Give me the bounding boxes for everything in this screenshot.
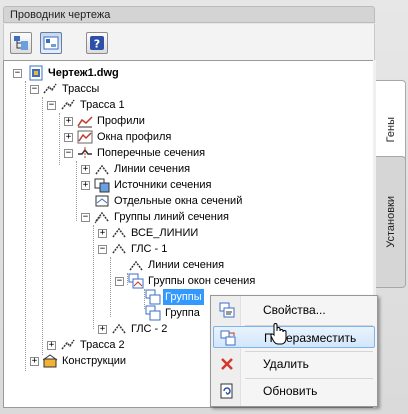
expand-toggle[interactable]: + <box>98 229 107 238</box>
profile-icon <box>77 116 93 128</box>
tree-label-gls-1: ГЛС - 1 <box>131 243 168 255</box>
collapse-toggle[interactable]: − <box>47 101 56 110</box>
cross-section-icon <box>78 147 92 159</box>
profile-window-icon <box>77 130 93 144</box>
tree-label-drawing: Чертеж1.dwg <box>48 67 119 79</box>
mouse-cursor-icon <box>270 322 287 345</box>
tree-label-route-1: Трасса 1 <box>80 99 125 111</box>
tree-row-cross-sections[interactable]: − Поперечные сечения <box>4 145 364 161</box>
side-tabs: Гены Установки <box>376 60 408 414</box>
tree-label-structures: Конструкции <box>62 355 127 367</box>
tree-row-gls-1-section-lines[interactable]: Линии сечения <box>4 257 364 273</box>
section-window-group-icon <box>145 289 161 305</box>
tree-label-profile-windows: Окна профиля <box>97 131 172 143</box>
expand-toggle[interactable]: + <box>81 181 90 190</box>
tree-view-icon <box>14 36 28 50</box>
tree-view-button[interactable] <box>10 32 32 54</box>
route-icon <box>61 99 75 110</box>
structures-icon <box>42 354 58 368</box>
line-group-icon <box>112 227 126 238</box>
collapse-toggle[interactable]: − <box>64 149 73 158</box>
tree-row-section-lines[interactable]: + Линии сечения <box>4 161 364 177</box>
collapse-toggle[interactable]: − <box>13 69 22 78</box>
window-group-icon <box>128 273 144 289</box>
collapse-toggle[interactable]: − <box>98 245 107 254</box>
line-group-icon <box>94 211 109 224</box>
tree-label-route-2: Трасса 2 <box>80 339 125 351</box>
collapse-toggle[interactable]: − <box>30 85 39 94</box>
tab-label-settings: Установки <box>384 196 397 248</box>
tree-row-line-groups[interactable]: − Группы линий сечения <box>4 209 364 225</box>
tab-label-genes: Гены <box>384 117 397 143</box>
expand-toggle[interactable]: + <box>81 165 90 174</box>
list-view-button[interactable] <box>40 32 62 54</box>
properties-icon <box>219 302 235 318</box>
tree-row-routes[interactable]: − Трассы <box>4 81 364 97</box>
menu-item-refresh[interactable]: Обновить <box>213 380 375 402</box>
expand-toggle[interactable]: + <box>64 117 73 126</box>
section-window-icon <box>95 195 109 207</box>
drawing-explorer-window: Проводник чертежа ? − Чертеж1.dwg − Трас… <box>0 0 408 414</box>
menu-label-refresh: Обновить <box>263 384 318 398</box>
menu-label-properties: Свойства... <box>263 303 326 317</box>
tree-label-group-a: Группы <box>163 289 204 305</box>
tree-row-window-groups[interactable]: − Группы окон сечения <box>4 273 364 289</box>
refresh-icon <box>220 383 233 399</box>
svg-text:?: ? <box>94 38 100 51</box>
menu-separator <box>245 378 373 379</box>
tree-row-route-1[interactable]: − Трасса 1 <box>4 97 364 113</box>
help-button[interactable]: ? <box>86 32 108 54</box>
tree-label-separate-windows: Отдельные окна сечений <box>114 195 243 207</box>
tab-settings[interactable]: Установки <box>376 156 406 288</box>
collapse-toggle[interactable]: − <box>115 277 124 286</box>
tree-row-profile-windows[interactable]: + Окна профиля <box>4 129 364 145</box>
section-source-icon <box>94 178 110 193</box>
section-window-group-icon <box>145 305 161 321</box>
tree-label-profiles: Профили <box>97 115 145 127</box>
menu-item-rearrange[interactable]: Переразместить <box>213 326 375 348</box>
toolbar: ? <box>3 24 375 60</box>
tree-row-profiles[interactable]: + Профили <box>4 113 364 129</box>
expand-toggle[interactable]: + <box>98 325 107 334</box>
menu-separator <box>245 351 373 352</box>
section-line-icon <box>95 164 109 175</box>
menu-item-delete[interactable]: Удалить <box>213 353 375 375</box>
routes-icon <box>43 83 57 94</box>
tree-row-section-sources[interactable]: + Источники сечения <box>4 177 364 193</box>
tree-label-all-lines: ВСЕ_ЛИНИИ <box>131 227 199 239</box>
drawing-file-icon <box>29 65 43 81</box>
window-title: Проводник чертежа <box>3 6 375 23</box>
delete-icon <box>221 358 233 370</box>
tree-label-gls-1-section-lines: Линии сечения <box>148 259 225 271</box>
tree-label-routes: Трассы <box>62 83 100 95</box>
tree-label-gls-2: ГЛС - 2 <box>131 323 168 335</box>
tree-row-drawing[interactable]: − Чертеж1.dwg <box>4 65 364 81</box>
line-group-icon <box>112 323 126 334</box>
context-menu: Свойства... Переразместить Удалить Обнов… <box>210 295 378 407</box>
expand-toggle[interactable]: + <box>47 341 56 350</box>
tree-row-all-lines[interactable]: + ВСЕ_ЛИНИИ <box>4 225 364 241</box>
tree-label-window-groups: Группы окон сечения <box>148 275 256 287</box>
rearrange-icon <box>220 330 236 346</box>
tree-label-line-groups: Группы линий сечения <box>114 211 229 223</box>
tree-label-group-b: Группа <box>165 307 200 319</box>
route-icon <box>61 339 75 350</box>
menu-item-properties[interactable]: Свойства... <box>213 299 375 321</box>
menu-label-delete: Удалить <box>263 357 309 371</box>
line-group-icon <box>112 243 126 254</box>
collapse-toggle[interactable]: − <box>81 213 90 222</box>
expand-toggle[interactable]: + <box>30 357 39 366</box>
tree-row-separate-windows[interactable]: Отдельные окна сечений <box>4 193 364 209</box>
tree-row-gls-1[interactable]: − ГЛС - 1 <box>4 241 364 257</box>
help-icon: ? <box>90 36 104 51</box>
list-view-icon <box>43 36 59 50</box>
expand-toggle[interactable]: + <box>64 133 73 142</box>
section-line-icon <box>129 260 143 271</box>
tree-label-section-sources: Источники сечения <box>114 179 212 191</box>
tree-label-cross-sections: Поперечные сечения <box>97 147 206 159</box>
tree-label-section-lines: Линии сечения <box>114 163 191 175</box>
